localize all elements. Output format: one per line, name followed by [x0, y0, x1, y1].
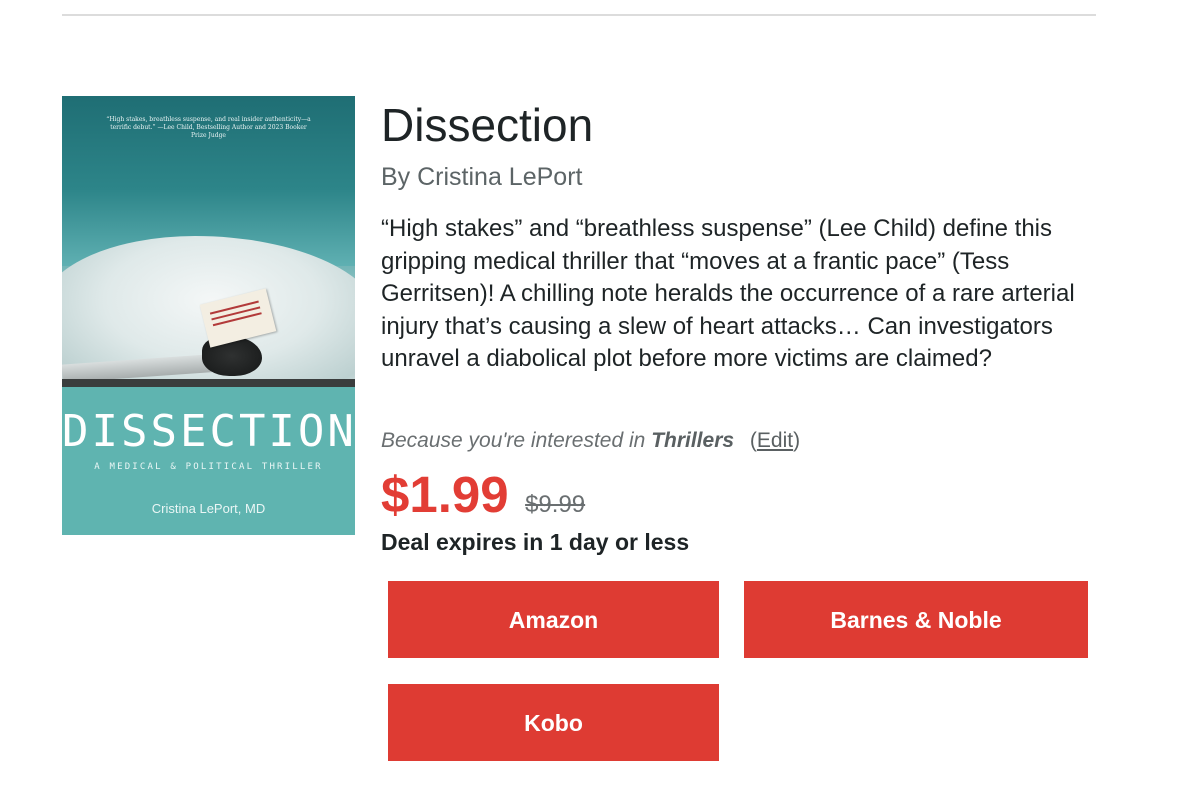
- edit-open-paren: (: [749, 429, 757, 452]
- top-divider: [62, 14, 1096, 16]
- interest-line: Because you're interested in Thrillers (…: [381, 427, 800, 455]
- interest-prefix: Because you're interested in: [381, 429, 646, 452]
- edit-close-paren: ): [793, 429, 801, 452]
- deal-expiry: Deal expires in 1 day or less: [381, 529, 690, 555]
- book-description: “High stakes” and “breathless suspense” …: [381, 215, 1075, 373]
- edit-interest: (Edit): [750, 429, 800, 452]
- original-price: $9.99: [525, 491, 586, 518]
- edit-link[interactable]: Edit: [757, 429, 793, 452]
- barnes-noble-button[interactable]: Barnes & Noble: [744, 581, 1088, 658]
- sale-price: $1.99: [381, 466, 509, 523]
- cover-title: DISSECTION: [62, 406, 355, 457]
- interest-genre: Thrillers: [651, 429, 735, 452]
- kobo-button[interactable]: Kobo: [388, 684, 719, 761]
- price-row: $1.99 $9.99: [381, 465, 585, 525]
- book-byline: By Cristina LePort: [381, 163, 583, 191]
- cover-table-edge: [62, 379, 355, 387]
- amazon-button[interactable]: Amazon: [388, 581, 719, 658]
- cover-subtitle: A MEDICAL & POLITICAL THRILLER: [94, 462, 323, 472]
- book-title[interactable]: Dissection: [381, 100, 593, 150]
- cover-author: Cristina LePort, MD: [151, 501, 266, 516]
- cover-quote: “High stakes, breathless suspense, and r…: [106, 116, 311, 139]
- book-cover-image[interactable]: “High stakes, breathless suspense, and r…: [62, 96, 355, 535]
